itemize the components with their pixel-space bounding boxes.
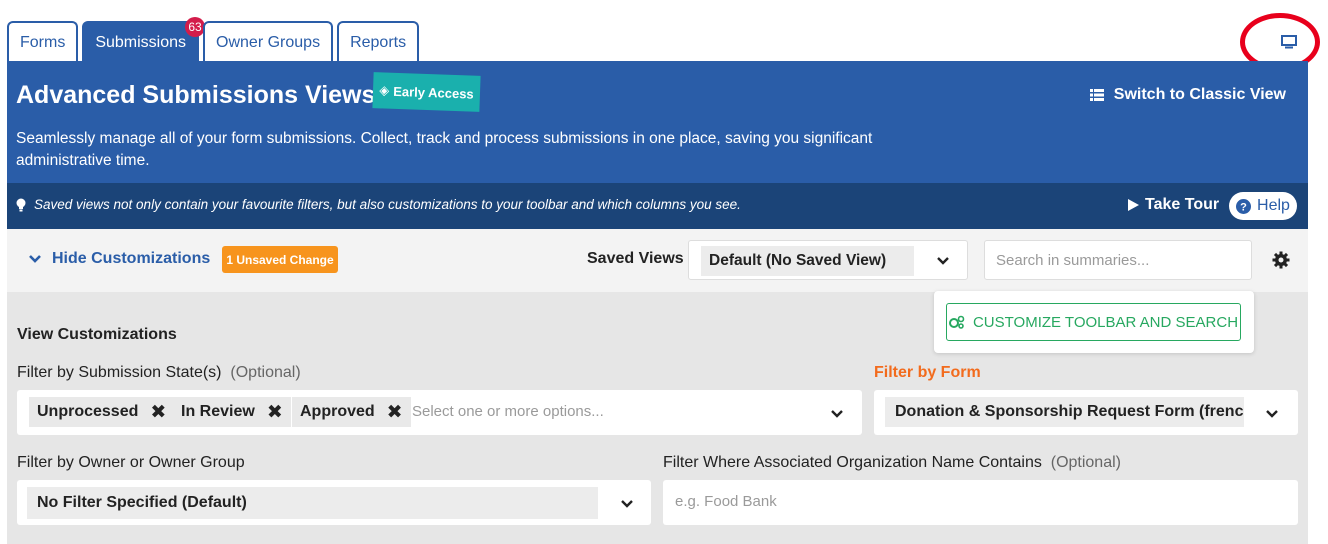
chevron-down-icon bbox=[621, 500, 633, 508]
owner-filter-select[interactable]: No Filter Specified (Default) bbox=[17, 480, 651, 525]
tab-submissions[interactable]: Submissions 63 bbox=[82, 17, 206, 62]
svg-text:?: ? bbox=[1240, 201, 1247, 213]
info-bar: Saved views not only contain your favour… bbox=[7, 183, 1308, 229]
chip-label: Unprocessed bbox=[37, 403, 139, 420]
tag-icon: ◈ bbox=[379, 82, 390, 98]
help-label: Help bbox=[1257, 197, 1290, 214]
form-filter-select[interactable]: Donation & Sponsorship Request Form (fre… bbox=[874, 390, 1298, 435]
chip-unprocessed: Unprocessed ✖ bbox=[29, 397, 175, 427]
chip-label: Approved bbox=[300, 403, 375, 420]
gear-icon[interactable] bbox=[1271, 250, 1291, 270]
saved-views-value: Default (No Saved View) bbox=[701, 246, 914, 276]
chip-label: In Review bbox=[181, 403, 255, 420]
org-filter-input[interactable]: e.g. Food Bank bbox=[663, 480, 1298, 525]
customize-button-label: CUSTOMIZE TOOLBAR AND SEARCH bbox=[972, 313, 1239, 331]
take-tour-button[interactable]: Take Tour bbox=[1128, 196, 1219, 214]
unsaved-change-badge: 1 Unsaved Change bbox=[222, 246, 338, 273]
optional-label: (Optional) bbox=[1050, 454, 1121, 471]
org-filter-placeholder: e.g. Food Bank bbox=[675, 493, 777, 510]
page-description: Seamlessly manage all of your form submi… bbox=[16, 130, 873, 169]
tab-reports[interactable]: Reports bbox=[337, 21, 420, 62]
page-header: Advanced Submissions Views ◈ Early Acces… bbox=[7, 61, 1308, 183]
chip-in-review: In Review ✖ bbox=[173, 397, 291, 427]
optional-label: (Optional) bbox=[230, 364, 301, 381]
form-filter-value: Donation & Sponsorship Request Form (fre… bbox=[885, 397, 1244, 427]
hide-customizations-label: Hide Customizations bbox=[52, 250, 211, 267]
page-title: Advanced Submissions Views bbox=[16, 81, 376, 109]
org-filter-label: Filter Where Associated Organization Nam… bbox=[663, 454, 1121, 472]
customize-popover: CUSTOMIZE TOOLBAR AND SEARCH bbox=[934, 291, 1254, 353]
chip-approved: Approved ✖ bbox=[292, 397, 411, 427]
org-filter-label-text: Filter Where Associated Organization Nam… bbox=[663, 454, 1042, 471]
state-filter-select[interactable]: Unprocessed ✖ In Review ✖ Approved ✖ Sel… bbox=[17, 390, 862, 435]
help-button[interactable]: ? Help bbox=[1229, 192, 1297, 220]
tab-label: Reports bbox=[350, 33, 407, 51]
saved-views-select[interactable]: Default (No Saved View) bbox=[688, 240, 968, 280]
form-filter-label: Filter by Form bbox=[874, 364, 981, 381]
notification-badge: 63 bbox=[185, 17, 206, 37]
customize-toolbar-search-button[interactable]: CUSTOMIZE TOOLBAR AND SEARCH bbox=[946, 303, 1241, 341]
state-filter-label: Filter by Submission State(s) (Optional) bbox=[17, 364, 301, 382]
early-access-badge: ◈ Early Access bbox=[372, 72, 481, 112]
tab-bar: Forms Submissions 63 Owner Groups Report… bbox=[7, 17, 420, 62]
saved-views-label: Saved Views bbox=[587, 250, 684, 267]
lightbulb-icon bbox=[16, 198, 26, 211]
chevron-down-icon bbox=[29, 255, 41, 263]
switch-view-label: Switch to Classic View bbox=[1113, 86, 1286, 103]
tab-label: Submissions bbox=[95, 33, 187, 51]
close-icon[interactable]: ✖ bbox=[387, 401, 403, 424]
owner-filter-value: No Filter Specified (Default) bbox=[27, 487, 598, 519]
close-icon[interactable]: ✖ bbox=[150, 401, 166, 424]
tab-forms[interactable]: Forms bbox=[7, 21, 79, 62]
take-tour-label: Take Tour bbox=[1145, 196, 1220, 213]
info-message: Saved views not only contain your favour… bbox=[16, 197, 741, 212]
close-icon[interactable]: ✖ bbox=[267, 401, 283, 424]
early-access-label: Early Access bbox=[393, 83, 474, 102]
search-input[interactable] bbox=[984, 240, 1252, 280]
list-icon bbox=[1089, 89, 1104, 101]
state-filter-placeholder: Select one or more options... bbox=[412, 403, 604, 420]
section-title: View Customizations bbox=[17, 326, 177, 343]
tab-owner-groups[interactable]: Owner Groups bbox=[203, 21, 334, 62]
customization-toolbar: Hide Customizations 1 Unsaved Change Sav… bbox=[7, 229, 1308, 292]
state-filter-label-text: Filter by Submission State(s) bbox=[17, 364, 222, 381]
tab-label: Owner Groups bbox=[216, 33, 321, 51]
owner-filter-label: Filter by Owner or Owner Group bbox=[17, 454, 245, 471]
tab-label: Forms bbox=[20, 33, 66, 51]
play-icon bbox=[1128, 199, 1139, 211]
question-circle-icon: ? bbox=[1236, 198, 1252, 214]
hide-customizations-toggle[interactable]: Hide Customizations bbox=[28, 250, 210, 268]
gears-icon bbox=[948, 315, 965, 329]
switch-classic-view-link[interactable]: Switch to Classic View bbox=[1089, 86, 1286, 104]
chevron-down-icon bbox=[1266, 410, 1278, 418]
chevron-down-icon bbox=[937, 257, 949, 265]
info-message-text: Saved views not only contain your favour… bbox=[34, 197, 741, 212]
chevron-down-icon bbox=[831, 410, 843, 418]
